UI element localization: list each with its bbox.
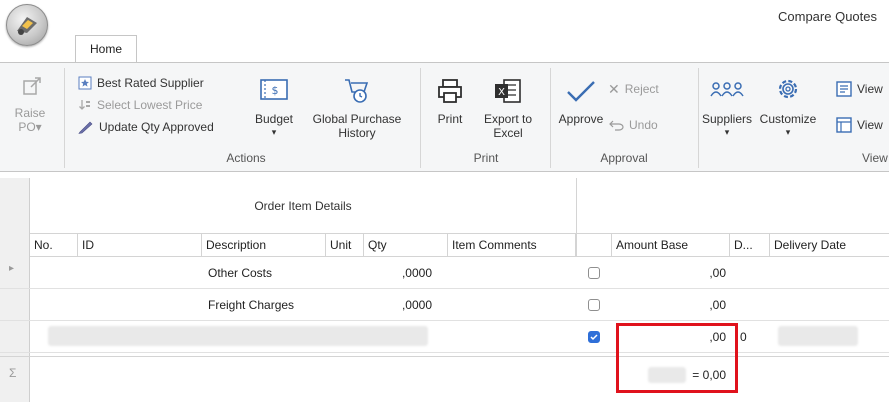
global-purchase-history-button[interactable]: Global Purchase History — [310, 72, 404, 142]
column-header-unit[interactable]: Unit — [326, 234, 364, 256]
gear-icon — [778, 79, 798, 99]
row3-d[interactable]: 0 — [740, 330, 747, 344]
view-button-1[interactable]: View — [836, 80, 883, 98]
customize-label: Customize — [759, 112, 817, 126]
row2-description[interactable]: Freight Charges — [208, 298, 294, 312]
reject-button[interactable]: ✕ Reject — [608, 80, 659, 98]
app-orb-button[interactable] — [6, 4, 48, 46]
summary-sigma-icon: Σ — [9, 366, 17, 380]
undo-icon — [609, 120, 624, 131]
checkmark-icon — [590, 334, 598, 341]
customize-dropdown-arrow: ▾ — [785, 127, 791, 137]
export-to-excel-label-1: Export to — [483, 112, 533, 126]
budget-label: Budget — [254, 112, 294, 126]
suppliers-label: Suppliers — [701, 112, 753, 126]
row2-select-checkbox[interactable] — [588, 299, 600, 311]
export-to-excel-button[interactable]: X Export to Excel — [476, 72, 540, 142]
column-header-amount-base[interactable]: Amount Base — [612, 234, 730, 256]
view-label-1: View — [857, 82, 883, 96]
view-group-label: View — [862, 151, 888, 165]
lowest-price-icon — [79, 100, 90, 110]
ribbon-separator — [550, 68, 551, 168]
view-list-icon — [836, 117, 852, 133]
svg-text:X: X — [498, 87, 505, 98]
printer-icon — [438, 79, 462, 103]
row-separator — [0, 288, 889, 289]
ribbon-separator — [698, 68, 699, 168]
customize-button[interactable]: Customize ▾ — [758, 72, 818, 142]
order-item-details-band: Order Item Details — [254, 199, 352, 213]
column-header-delivery-date[interactable]: Delivery Date — [770, 234, 889, 256]
raise-po-button[interactable]: Raise PO▾ — [10, 72, 50, 134]
best-rated-supplier-label: Best Rated Supplier — [97, 76, 204, 90]
budget-dropdown-arrow: ▾ — [271, 127, 277, 137]
select-lowest-price-button[interactable]: Select Lowest Price — [78, 96, 202, 114]
update-qty-approved-label: Update Qty Approved — [99, 120, 214, 134]
column-header-qty[interactable]: Qty — [364, 234, 448, 256]
print-group-label: Print — [473, 151, 499, 165]
current-row-indicator: ▸ — [9, 263, 15, 274]
global-purchase-history-label-1: Global Purchase — [312, 112, 402, 126]
best-rated-supplier-button[interactable]: Best Rated Supplier — [78, 74, 204, 92]
budget-button[interactable]: $ Budget ▾ — [248, 72, 300, 142]
row1-description[interactable]: Other Costs — [208, 266, 272, 280]
view-label-2: View — [857, 118, 883, 132]
column-header-d[interactable]: D... — [730, 234, 770, 256]
global-purchase-history-label-2: History — [338, 126, 376, 140]
row1-amount[interactable]: ,00 — [612, 266, 730, 280]
check-icon — [567, 81, 595, 102]
ribbon-separator — [64, 68, 65, 168]
row1-select-checkbox[interactable] — [588, 267, 600, 279]
column-header-item-comments[interactable]: Item Comments — [448, 234, 576, 256]
export-to-excel-label-2: Excel — [493, 126, 523, 140]
svg-text:$: $ — [272, 84, 279, 97]
approval-group-label: Approval — [600, 151, 648, 165]
column-header-no[interactable]: No. — [30, 234, 78, 256]
approve-label: Approve — [558, 112, 604, 126]
reject-label: Reject — [624, 82, 659, 96]
approve-button[interactable]: Approve — [556, 72, 606, 142]
raise-po-label-2: PO▾ — [18, 120, 42, 134]
app-orb-icon — [17, 17, 37, 35]
print-label: Print — [437, 112, 463, 126]
close-icon: ✕ — [608, 80, 620, 97]
header-bottom-line — [0, 256, 889, 257]
column-header-select[interactable] — [576, 234, 612, 256]
row1-qty[interactable]: ,0000 — [368, 266, 432, 280]
row-separator — [0, 320, 889, 321]
pencil-icon — [78, 121, 93, 134]
view-grid-icon — [836, 81, 852, 97]
row2-amount[interactable]: ,00 — [612, 298, 730, 312]
row-separator — [0, 352, 889, 353]
suppliers-icon — [710, 82, 744, 97]
excel-icon: X — [495, 79, 521, 103]
row3-redacted-date — [778, 326, 858, 346]
undo-label: Undo — [629, 118, 658, 132]
undo-button[interactable]: Undo — [608, 116, 658, 134]
raise-po-label-1: Raise — [14, 106, 46, 120]
update-qty-approved-button[interactable]: Update Qty Approved — [78, 118, 214, 136]
row3-redacted-content — [48, 326, 428, 346]
row2-qty[interactable]: ,0000 — [368, 298, 432, 312]
suppliers-dropdown-arrow: ▾ — [724, 127, 730, 137]
summary-separator — [0, 356, 889, 357]
row3-select-checkbox[interactable] — [588, 331, 600, 343]
ribbon-separator — [420, 68, 421, 168]
actions-group-label: Actions — [226, 151, 266, 165]
select-lowest-price-label: Select Lowest Price — [97, 98, 203, 112]
print-button[interactable]: Print — [430, 72, 470, 142]
raise-po-icon — [23, 77, 41, 95]
star-icon — [78, 76, 92, 90]
view-button-2[interactable]: View — [836, 116, 883, 134]
suppliers-button[interactable]: Suppliers ▾ — [700, 72, 754, 142]
highlight-box — [616, 323, 738, 393]
window-title: Compare Quotes — [778, 9, 877, 24]
column-header-description[interactable]: Description — [202, 234, 326, 256]
column-header-id[interactable]: ID — [78, 234, 202, 256]
budget-icon: $ — [260, 79, 288, 100]
cart-history-icon — [345, 79, 369, 103]
tab-home[interactable]: Home — [75, 35, 137, 62]
